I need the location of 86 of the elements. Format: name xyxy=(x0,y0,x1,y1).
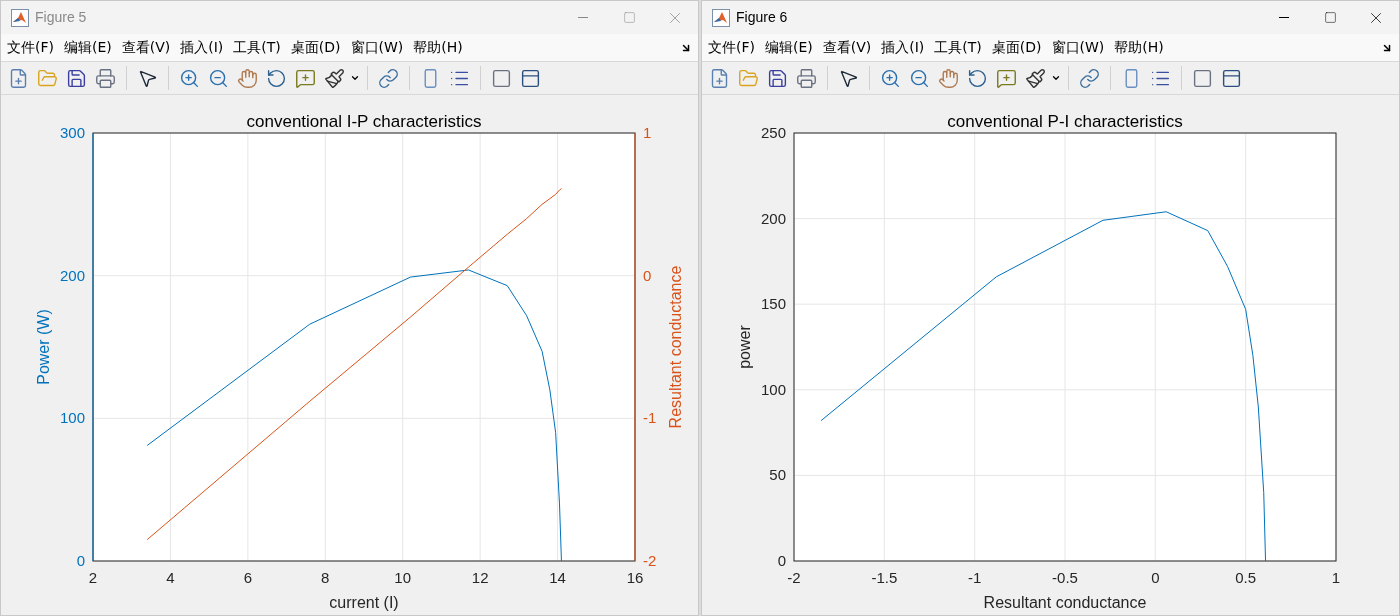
tick-label: 100 xyxy=(59,409,85,427)
data-tip-icon[interactable] xyxy=(996,67,1017,89)
caret-icon[interactable] xyxy=(350,73,360,83)
menu-item[interactable]: 编辑(E) xyxy=(62,37,114,58)
menu-item[interactable]: 帮助(H) xyxy=(411,37,465,58)
tick-label: 300 xyxy=(59,124,85,141)
tick-label: 10 xyxy=(394,569,412,586)
link-icon[interactable] xyxy=(1079,67,1100,89)
menu-item[interactable]: 桌面(D) xyxy=(989,37,1044,58)
new-file-icon[interactable] xyxy=(709,67,730,89)
zoom-out-icon[interactable] xyxy=(909,67,930,89)
brush-icon[interactable] xyxy=(324,67,345,89)
menu-item[interactable]: 窗口(W) xyxy=(348,37,406,58)
app-logo-icon xyxy=(712,8,730,27)
tick-label: 150 xyxy=(760,295,786,313)
window-icon[interactable] xyxy=(520,67,541,89)
link-icon[interactable] xyxy=(378,67,399,89)
axis-label: Resultant conductance xyxy=(983,594,1147,611)
tick-label: 6 xyxy=(243,569,253,586)
tick-label: -1.5 xyxy=(871,569,898,586)
tick-label: 12 xyxy=(471,569,489,586)
axis-label: Resultant conductance xyxy=(667,265,684,429)
tick-label: 50 xyxy=(769,466,786,484)
tick-label: -1 xyxy=(643,409,657,427)
axis-label: power xyxy=(736,325,753,369)
zoom-in-icon[interactable] xyxy=(179,67,200,89)
menu-item[interactable]: 文件(F) xyxy=(5,37,56,58)
window-icon[interactable] xyxy=(1221,67,1242,89)
chart-title: conventional P-I characteristics xyxy=(947,112,1183,131)
printer-icon[interactable] xyxy=(95,67,116,89)
window-title: Figure 5 xyxy=(35,8,87,27)
menu-item[interactable]: 插入(I) xyxy=(178,37,226,58)
tick-label: 2 xyxy=(88,569,98,586)
tick-label: 0 xyxy=(1151,569,1160,586)
menu-item[interactable]: 文件(F) xyxy=(706,37,757,58)
chart-title: conventional I-P characteristics xyxy=(246,112,482,131)
tick-label: 0 xyxy=(777,552,786,569)
menu-item[interactable]: 编辑(E) xyxy=(763,37,815,58)
tick-label: 0 xyxy=(643,266,652,284)
tick-label: 1 xyxy=(1331,569,1341,586)
app-logo-icon xyxy=(11,8,29,27)
save-icon[interactable] xyxy=(767,67,788,89)
menu-item[interactable]: 插入(I) xyxy=(879,37,927,58)
square-icon[interactable] xyxy=(1192,67,1213,89)
tick-label: 200 xyxy=(59,266,85,284)
tick-label: 100 xyxy=(760,380,786,398)
window-title: Figure 6 xyxy=(736,8,788,27)
brush-icon[interactable] xyxy=(1025,67,1046,89)
tick-label: -2 xyxy=(643,552,657,569)
menu-item[interactable]: 查看(V) xyxy=(820,37,874,58)
minimize-icon xyxy=(578,17,588,18)
maximize-icon xyxy=(622,11,636,24)
tick-label: 250 xyxy=(760,124,786,141)
tick-label: -0.5 xyxy=(1052,569,1078,586)
printer-icon[interactable] xyxy=(796,67,817,89)
tick-label: -2 xyxy=(787,569,801,586)
rotate-icon[interactable] xyxy=(967,67,988,89)
axis-label: current (I) xyxy=(329,594,399,611)
tick-label: 1 xyxy=(643,124,652,141)
tick-label: 200 xyxy=(760,209,786,227)
square-icon[interactable] xyxy=(491,67,512,89)
zoom-out-icon[interactable] xyxy=(208,67,229,89)
menu-item[interactable]: 帮助(H) xyxy=(1112,37,1166,58)
zoom-in-icon[interactable] xyxy=(880,67,901,89)
tick-label: 0.5 xyxy=(1235,569,1257,586)
data-tip-icon[interactable] xyxy=(295,67,316,89)
rotate-icon[interactable] xyxy=(266,67,287,89)
menu-item[interactable]: 桌面(D) xyxy=(288,37,343,58)
new-file-icon[interactable] xyxy=(8,67,29,89)
menu-item[interactable]: 工具(T) xyxy=(231,37,283,58)
tick-label: 14 xyxy=(549,569,566,586)
hand-icon[interactable] xyxy=(938,67,959,89)
tick-label: 8 xyxy=(321,569,330,586)
save-icon[interactable] xyxy=(66,67,87,89)
maximize-icon xyxy=(1323,11,1337,24)
tick-label: 0 xyxy=(76,552,85,569)
axis-label: Power (W) xyxy=(35,309,52,385)
caret-icon[interactable] xyxy=(1051,73,1061,83)
minimize-icon xyxy=(1279,17,1289,18)
menu-item[interactable]: 工具(T) xyxy=(932,37,984,58)
menu-item[interactable]: 窗口(W) xyxy=(1049,37,1107,58)
tick-label: -1 xyxy=(968,569,982,586)
tick-label: 4 xyxy=(166,569,175,586)
menu-item[interactable]: 查看(V) xyxy=(119,37,173,58)
hand-icon[interactable] xyxy=(237,67,258,89)
tick-label: 16 xyxy=(626,569,644,586)
